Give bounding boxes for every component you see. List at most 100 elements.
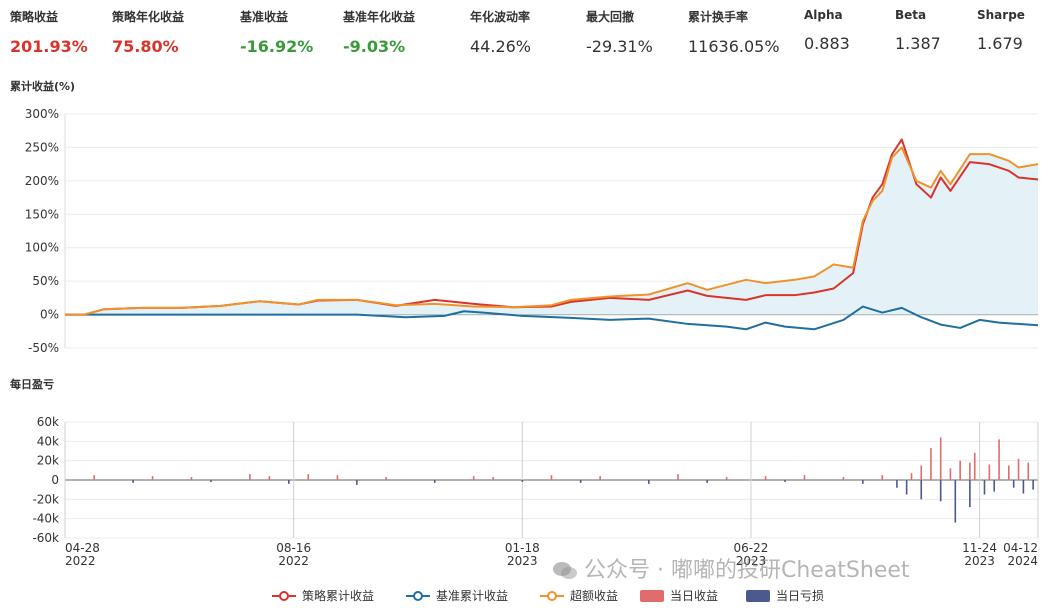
pnl-bar bbox=[385, 477, 387, 480]
y-tick-label: 100% bbox=[25, 241, 59, 255]
legend-item: 当日亏损 bbox=[746, 589, 824, 603]
cumulative-return-title: 累计收益(%) bbox=[10, 80, 76, 93]
pnl-bar bbox=[896, 480, 898, 488]
metric-label: 年化波动率 bbox=[470, 10, 531, 24]
metric-value: -16.92% bbox=[240, 37, 314, 56]
pnl-bar bbox=[249, 474, 251, 480]
metric-value: 201.93% bbox=[10, 37, 88, 56]
pnl-bar bbox=[472, 476, 475, 480]
pnl-bar bbox=[706, 480, 708, 483]
metric-turnover: 累计换手率 11636.05% bbox=[688, 8, 780, 56]
pnl-bar bbox=[930, 448, 932, 480]
pnl-bar bbox=[939, 480, 942, 502]
pnl-bar bbox=[969, 462, 971, 480]
pnl-bar bbox=[910, 473, 913, 480]
pnl-bar bbox=[920, 480, 923, 500]
y-tick-label: 0% bbox=[40, 308, 59, 322]
legend-swatch-dot bbox=[547, 591, 557, 601]
pnl-bar bbox=[433, 480, 436, 483]
y-tick-label: -60k bbox=[32, 531, 59, 545]
pnl-bar bbox=[725, 477, 728, 480]
x-tick-date: 01-18 bbox=[505, 541, 540, 555]
y-tick-label: -50% bbox=[28, 341, 59, 355]
daily-pnl-chart: 60k40k20k0-20k-40k-60k 04-28202208-16202… bbox=[32, 415, 1039, 568]
legend-item: 基准累计收益 bbox=[406, 589, 508, 603]
x-tick-date: 04-28 bbox=[65, 541, 100, 555]
metric-label: 基准收益 bbox=[240, 10, 289, 24]
watermark: 公众号 · 嘟嘟的投研CheatSheet bbox=[552, 552, 910, 584]
pnl-bar bbox=[151, 476, 154, 480]
pnl-bar bbox=[1022, 480, 1025, 494]
pnl-bar bbox=[920, 465, 923, 480]
y-tick-label: 50% bbox=[32, 274, 59, 288]
y-axis-ticks: 300% 250% 200% 150% 100% 50% 0% -50% bbox=[25, 107, 59, 355]
y-tick-label: -40k bbox=[32, 512, 59, 526]
metric-value: 1.679 bbox=[977, 34, 1023, 53]
metric-strategy-annual-return: 策略年化收益 75.80% bbox=[112, 8, 184, 56]
metric-label: Beta bbox=[895, 8, 927, 22]
pnl-bar bbox=[988, 464, 991, 480]
pnl-bar bbox=[210, 480, 212, 482]
metrics-bar: 策略收益 201.93% 策略年化收益 75.80% 基准收益 -16.92% … bbox=[0, 0, 1056, 70]
pnl-bar bbox=[1017, 458, 1020, 480]
legend-swatch-dot bbox=[413, 591, 423, 601]
y-tick-label: 150% bbox=[25, 207, 59, 221]
y-axis-ticks: 60k 40k 20k 0 -20k -40k -60k bbox=[32, 415, 59, 545]
metric-value: 1.387 bbox=[895, 34, 941, 53]
x-tick-date: 11-24 bbox=[962, 541, 997, 555]
y-tick-label: 0 bbox=[51, 473, 59, 487]
metric-alpha: Alpha 0.883 bbox=[804, 8, 850, 53]
pnl-bar bbox=[905, 480, 908, 495]
pnl-bar bbox=[862, 480, 864, 484]
pnl-bar bbox=[764, 476, 767, 480]
pnl-bar bbox=[579, 480, 582, 483]
daily-pnl-title: 每日盈亏 bbox=[10, 378, 54, 391]
metric-benchmark-annual-return: 基准年化收益 -9.03% bbox=[343, 8, 415, 56]
legend-swatch-dot bbox=[279, 591, 289, 601]
legend-swatch-rect bbox=[640, 590, 664, 602]
chart-legend: 策略累计收益 基准累计收益 超额收益 当日收益 当日亏损 bbox=[272, 588, 824, 603]
x-tick-year: 2023 bbox=[964, 554, 995, 568]
y-tick-label: 250% bbox=[25, 140, 59, 154]
y-tick-label: 20k bbox=[37, 454, 59, 468]
pnl-bar bbox=[93, 475, 95, 480]
excess-area-fill bbox=[65, 147, 1038, 315]
pnl-bar bbox=[949, 468, 952, 480]
metric-value: 75.80% bbox=[112, 37, 179, 56]
metric-annual-volatility: 年化波动率 44.26% bbox=[470, 8, 531, 56]
pnl-bar bbox=[998, 439, 1000, 480]
metric-value: 0.883 bbox=[804, 34, 850, 53]
metric-value: -29.31% bbox=[586, 37, 653, 56]
excess-area bbox=[65, 147, 1038, 315]
x-tick-date: 04-12 bbox=[1003, 541, 1038, 555]
pnl-bar bbox=[307, 474, 310, 480]
metric-benchmark-return: 基准收益 -16.92% bbox=[240, 8, 313, 56]
x-tick-year: 2022 bbox=[65, 554, 96, 568]
pnl-bar bbox=[677, 474, 679, 480]
pnl-bar bbox=[969, 480, 971, 508]
pnl-bar bbox=[939, 437, 942, 480]
wechat-icon bbox=[553, 562, 577, 579]
pnl-bar bbox=[599, 476, 601, 480]
pnl-bar bbox=[1032, 480, 1034, 490]
pnl-bar bbox=[881, 475, 884, 480]
pnl-bar bbox=[993, 480, 996, 492]
metric-label: 最大回撤 bbox=[586, 10, 635, 24]
metric-strategy-return: 策略收益 201.93% bbox=[10, 8, 88, 56]
metric-beta: Beta 1.387 bbox=[895, 8, 941, 53]
pnl-bar bbox=[190, 477, 193, 480]
y-tick-label: 200% bbox=[25, 174, 59, 188]
pnl-bar bbox=[973, 452, 976, 480]
pnl-bar bbox=[983, 480, 986, 495]
metric-label: Sharpe bbox=[977, 8, 1025, 22]
pnl-bar bbox=[132, 480, 134, 483]
legend-label: 当日收益 bbox=[670, 589, 718, 603]
pnl-bar bbox=[1008, 465, 1010, 480]
metric-value: 11636.05% bbox=[688, 37, 780, 56]
pnl-bar bbox=[492, 477, 494, 480]
metric-label: Alpha bbox=[804, 8, 843, 22]
y-tick-label: -20k bbox=[32, 492, 59, 506]
pnl-bar bbox=[784, 480, 786, 482]
legend-label: 超额收益 bbox=[570, 588, 618, 603]
pnl-bar bbox=[287, 480, 290, 484]
